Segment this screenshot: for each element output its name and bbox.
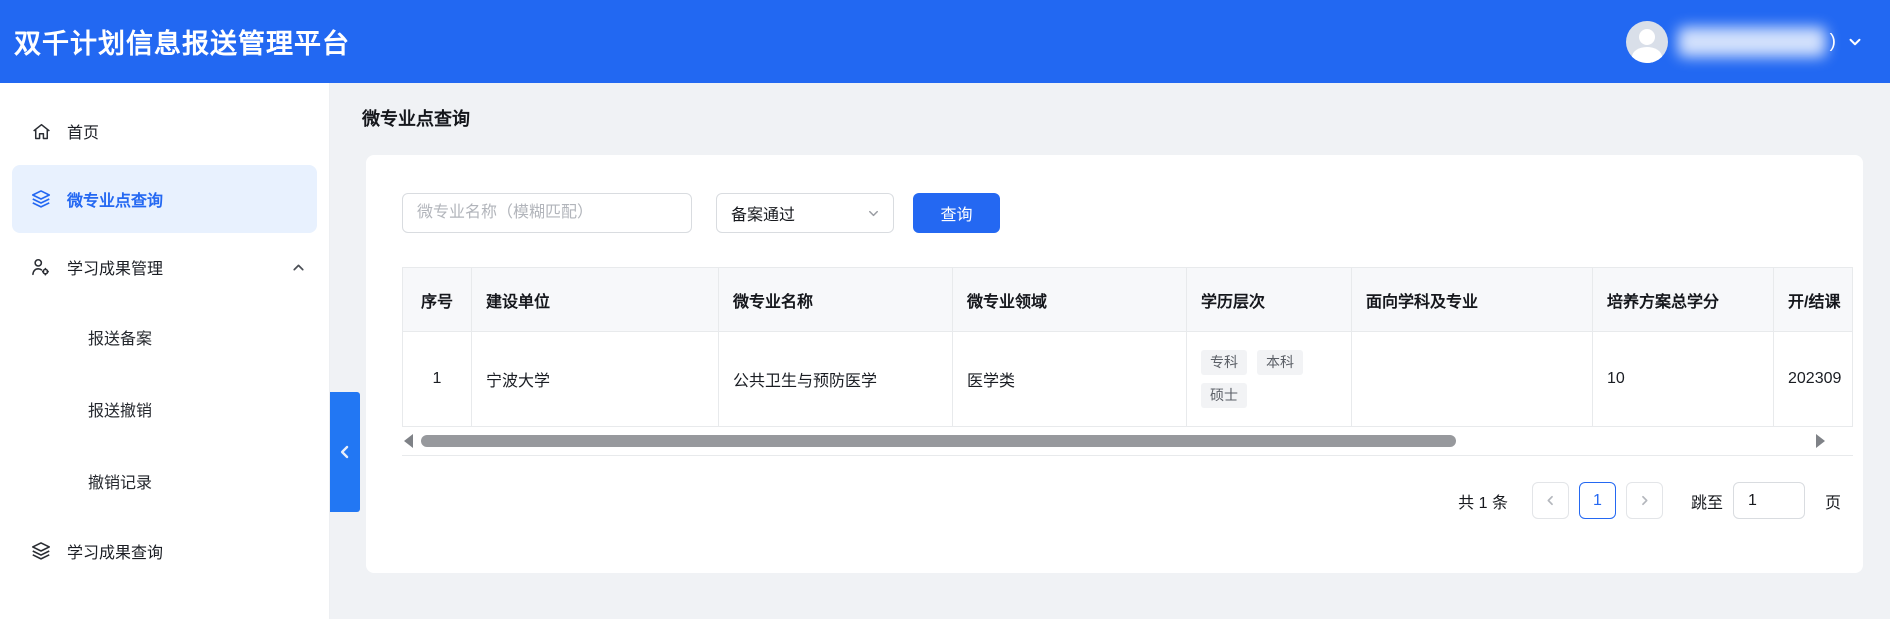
chevron-down-icon [1846,33,1864,51]
sidebar-subitem-report-filing[interactable]: 报送备案 [0,301,329,373]
query-card: 备案通过 查询 序号 建设单位 微专业名称 微专业领域 学历层次 面向学科及专业… [366,155,1863,573]
scrollbar-thumb[interactable] [421,435,1456,447]
chevron-up-icon [290,259,307,276]
scroll-left-icon[interactable] [404,434,413,448]
cell-levels: 专科 本科 硕士 [1187,332,1352,427]
scroll-right-icon[interactable] [1816,434,1825,448]
col-header-field: 微专业领域 [953,268,1187,332]
col-header-majors: 面向学科及专业 [1352,268,1593,332]
sidebar-item-learning-results-query[interactable]: 学习成果查询 [0,517,329,585]
cell-start-end: 202309 [1774,332,1853,427]
sidebar: 首页 微专业点查询 学习成果管理 报送备案 报送撤销 撤销记录 学习成果查询 [0,83,330,619]
layers-icon [30,188,52,210]
sidebar-item-label: 学习成果查询 [67,539,163,563]
table-horizontal-scrollbar [402,427,1853,456]
results-table: 序号 建设单位 微专业名称 微专业领域 学历层次 面向学科及专业 培养方案总学分… [402,267,1853,427]
sidebar-item-label: 首页 [67,119,99,143]
filing-status-select[interactable]: 备案通过 [716,193,894,233]
user-name-redacted [1678,27,1826,57]
main-content: 微专业点查询 备案通过 查询 序号 建设单位 微专业名称 微专业领域 学历层次 … [330,83,1890,619]
table-header-row: 序号 建设单位 微专业名称 微专业领域 学历层次 面向学科及专业 培养方案总学分… [403,268,1853,332]
sidebar-subitem-label: 报送撤销 [88,397,152,421]
sidebar-subitem-label: 报送备案 [88,325,152,349]
col-header-start-end: 开/结课 [1774,268,1853,332]
level-tag: 硕士 [1201,383,1247,408]
sidebar-item-label: 微专业点查询 [67,187,163,211]
level-tag: 本科 [1257,350,1303,375]
pagination: 共 1 条 1 跳至 页 [402,482,1853,519]
home-icon [30,120,52,142]
page-unit-label: 页 [1825,489,1841,513]
table-row: 1 宁波大学 公共卫生与预防医学 医学类 专科 本科 硕士 10 202309 [403,332,1853,427]
total-count-label: 共 1 条 [1458,489,1508,513]
sidebar-subitem-report-revoke[interactable]: 报送撤销 [0,373,329,445]
cell-org: 宁波大学 [472,332,719,427]
cell-credits: 10 [1593,332,1774,427]
avatar-person-icon [1639,29,1655,45]
cell-name: 公共卫生与预防医学 [719,332,953,427]
level-tag: 专科 [1201,350,1247,375]
sidebar-item-micro-major-query[interactable]: 微专业点查询 [12,165,317,233]
app-title: 双千计划信息报送管理平台 [14,22,350,61]
filter-bar: 备案通过 查询 [402,193,1853,233]
col-header-name: 微专业名称 [719,268,953,332]
col-header-credits: 培养方案总学分 [1593,268,1774,332]
select-value: 备案通过 [731,201,866,225]
jump-to-label: 跳至 [1691,489,1723,513]
jump-to-page-input[interactable] [1733,482,1805,519]
col-header-levels: 学历层次 [1187,268,1352,332]
chevron-down-icon [866,206,881,221]
col-header-org: 建设单位 [472,268,719,332]
cell-majors [1352,332,1593,427]
avatar[interactable] [1626,21,1668,63]
col-header-index: 序号 [403,268,472,332]
prev-page-button[interactable] [1532,482,1569,519]
sidebar-item-learning-results-manage[interactable]: 学习成果管理 [0,233,329,301]
app-header: 双千计划信息报送管理平台 ) [0,0,1890,83]
user-menu[interactable]: ) [1626,21,1864,63]
user-cog-icon [30,256,52,278]
micro-major-name-input[interactable] [402,193,692,233]
sidebar-subitem-label: 撤销记录 [88,469,152,493]
sidebar-item-label: 学习成果管理 [67,255,275,279]
chevron-left-icon [335,442,355,462]
cell-field: 医学类 [953,332,1187,427]
search-button[interactable]: 查询 [913,193,1000,233]
layers-icon [30,540,52,562]
page-title: 微专业点查询 [362,105,1890,131]
page-1-button[interactable]: 1 [1579,482,1616,519]
sidebar-subitem-revoke-records[interactable]: 撤销记录 [0,445,329,517]
sidebar-collapse-button[interactable] [330,392,360,512]
sidebar-item-home[interactable]: 首页 [0,97,329,165]
user-name-suffix: ) [1830,31,1836,53]
cell-index: 1 [403,332,472,427]
next-page-button[interactable] [1626,482,1663,519]
